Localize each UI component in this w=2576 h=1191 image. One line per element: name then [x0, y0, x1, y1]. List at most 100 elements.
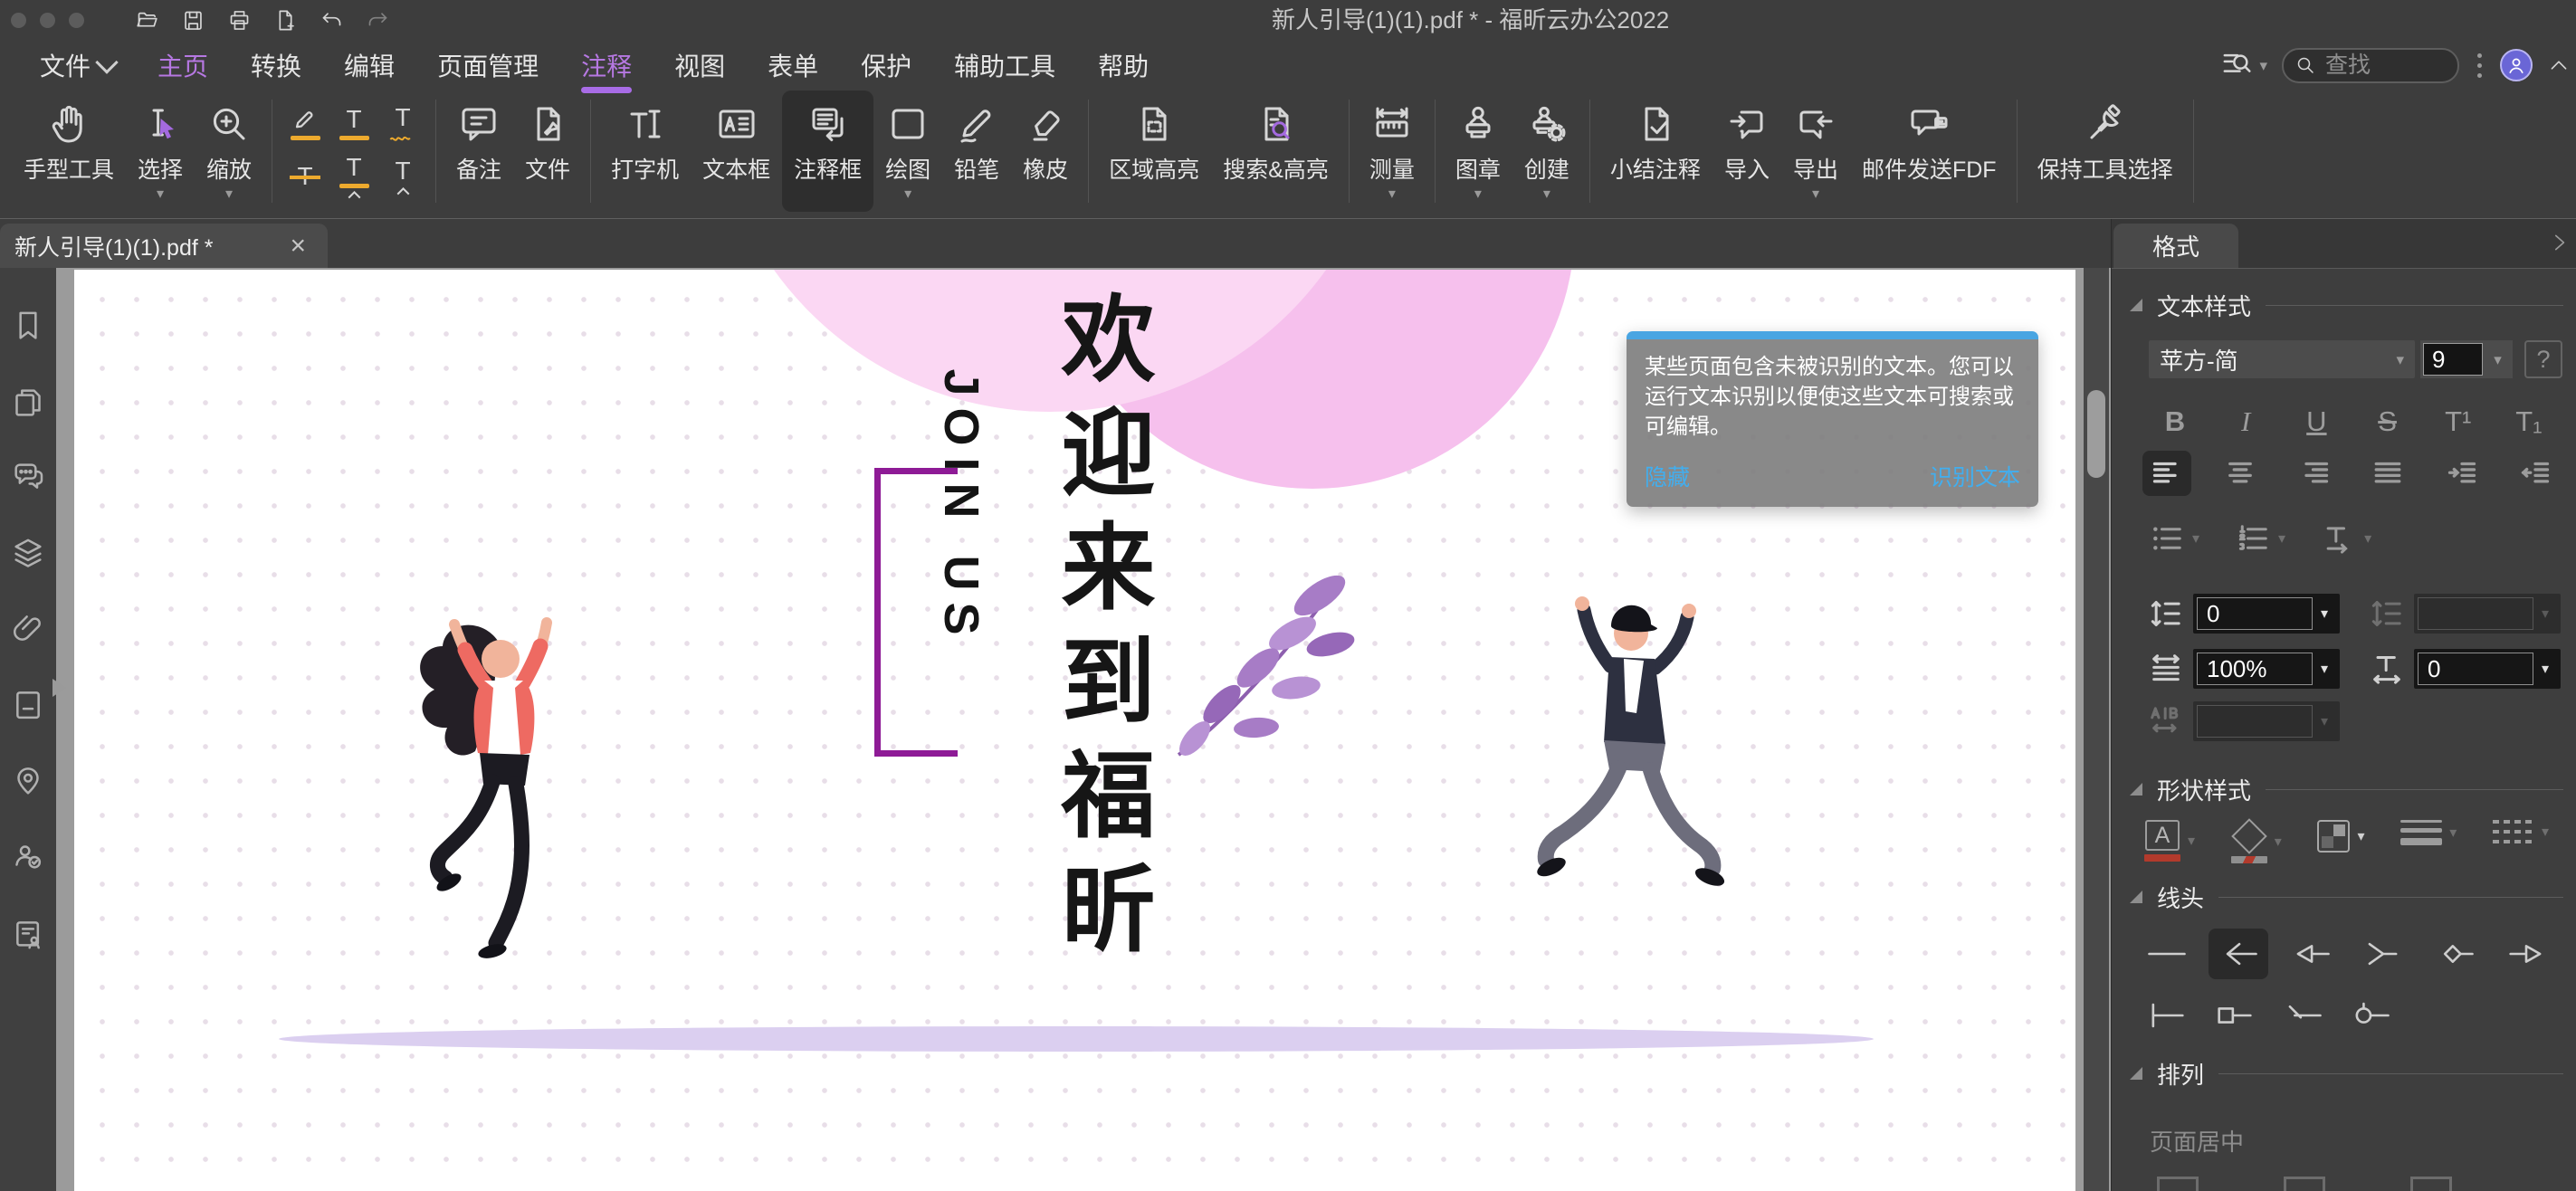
attachments-panel-icon[interactable]	[10, 610, 46, 646]
menu-protect[interactable]: 保护	[861, 47, 911, 83]
line-end-none-button[interactable]	[2137, 929, 2197, 979]
eraser-button[interactable]: 橡皮	[1011, 91, 1080, 185]
new-document-icon[interactable]	[273, 8, 298, 33]
strikeout-text-button[interactable]: T	[297, 163, 312, 190]
line-weight-button[interactable]: ▾	[2400, 820, 2457, 845]
menu-view[interactable]: 视图	[674, 47, 725, 83]
select-tool-button[interactable]: 选择 ▾	[126, 91, 195, 204]
keep-tool-selected-button[interactable]: 保持工具选择	[2026, 91, 2185, 185]
fill-color-button[interactable]: ▾	[2231, 820, 2282, 863]
increase-indent-button[interactable]	[2438, 451, 2486, 496]
zoom-tool-button[interactable]: 缩放 ▾	[195, 91, 263, 204]
line-end-square-button[interactable]	[2205, 990, 2265, 1041]
summarize-comments-button[interactable]: 小结注释	[1598, 91, 1713, 185]
character-spacing-combo[interactable]: 0 ▾	[2414, 649, 2561, 689]
attach-file-button[interactable]: 文件	[513, 91, 582, 185]
scrollbar-thumb[interactable]	[2087, 390, 2105, 478]
recognize-text-link[interactable]: 识别文本	[1930, 460, 2020, 492]
menu-home[interactable]: 主页	[157, 47, 208, 83]
layers-panel-icon[interactable]	[10, 535, 46, 571]
expand-sidebar-arrow[interactable]	[52, 679, 66, 697]
strikethrough-button[interactable]: S	[2361, 405, 2415, 438]
measure-button[interactable]: 测量 ▾	[1358, 91, 1426, 204]
open-file-icon[interactable]	[135, 8, 159, 33]
print-icon[interactable]	[227, 8, 252, 33]
menu-help[interactable]: 帮助	[1098, 47, 1149, 83]
shape-style-section-header[interactable]: 形状样式	[2130, 774, 2563, 805]
signatures-panel-icon[interactable]	[10, 840, 46, 876]
line-end-reverse-arrow-button[interactable]	[2352, 929, 2412, 979]
replace-text-button[interactable]: T	[339, 154, 369, 199]
user-avatar[interactable]	[2500, 49, 2533, 81]
tab-format[interactable]: 格式	[2113, 224, 2238, 268]
horizontal-scale-combo[interactable]: 100% ▾	[2193, 649, 2340, 689]
distribute-icon[interactable]	[2410, 1177, 2452, 1191]
underline-button[interactable]: U	[2289, 405, 2343, 438]
note-comment-button[interactable]: 备注	[444, 91, 513, 185]
text-direction-button[interactable]: ▾	[2322, 521, 2371, 556]
opacity-button[interactable]: ▾	[2317, 820, 2364, 853]
menu-form[interactable]: 表单	[768, 47, 818, 83]
advanced-search-button[interactable]: ▾	[2219, 47, 2267, 83]
bullet-list-button[interactable]: ▾	[2150, 521, 2199, 556]
menu-accessibility[interactable]: 辅助工具	[954, 47, 1055, 83]
email-fdf-button[interactable]: 邮件发送FDF	[1850, 91, 2008, 185]
align-right-button[interactable]	[2290, 451, 2339, 496]
highlight-text-button[interactable]	[290, 106, 320, 140]
font-family-select[interactable]: 苹方-简 ▾	[2149, 340, 2415, 378]
page-thumbnails-icon[interactable]	[10, 385, 46, 421]
squiggly-underline-button[interactable]: T	[387, 104, 418, 142]
search-and-highlight-button[interactable]: 搜索&高亮	[1211, 91, 1340, 185]
line-end-closed-arrow-button[interactable]	[2281, 929, 2341, 979]
font-color-button[interactable]: A ▾	[2144, 820, 2195, 862]
menu-file[interactable]: 文件	[40, 47, 115, 83]
center-horizontal-icon[interactable]	[2284, 1177, 2325, 1191]
collapse-ribbon-button[interactable]	[2547, 53, 2571, 77]
more-options-icon[interactable]	[2474, 53, 2485, 78]
export-comments-button[interactable]: 导出 ▾	[1781, 91, 1850, 204]
close-tab-icon[interactable]: ×	[290, 233, 306, 260]
insert-text-button[interactable]: T	[395, 157, 410, 195]
drawing-button[interactable]: 绘图 ▾	[873, 91, 942, 204]
line-ends-section-header[interactable]: 线头	[2130, 881, 2563, 912]
minimize-window-icon[interactable]	[40, 13, 55, 28]
certificates-panel-icon[interactable]	[10, 917, 46, 953]
align-top-icon[interactable]	[2157, 1177, 2199, 1191]
callout-button[interactable]: 注释框	[782, 91, 873, 212]
text-style-section-header[interactable]: 文本样式	[2130, 290, 2563, 320]
align-center-button[interactable]	[2216, 451, 2265, 496]
align-left-button[interactable]	[2142, 451, 2191, 496]
find-input[interactable]	[2323, 52, 2447, 80]
bold-button[interactable]: B	[2148, 405, 2202, 438]
close-window-icon[interactable]	[11, 13, 26, 28]
comments-panel-icon[interactable]	[10, 459, 46, 495]
line-end-slash-button[interactable]	[2273, 990, 2333, 1041]
pencil-button[interactable]: 铅笔	[942, 91, 1011, 185]
find-box[interactable]	[2282, 48, 2459, 83]
menu-comment[interactable]: 注释	[581, 47, 632, 83]
destinations-panel-icon[interactable]	[10, 763, 46, 799]
hide-notification-link[interactable]: 隐藏	[1645, 460, 1690, 492]
hand-tool-button[interactable]: 手型工具	[12, 91, 126, 185]
font-help-button[interactable]: ?	[2524, 340, 2562, 378]
undo-icon[interactable]	[320, 8, 344, 33]
document-tab[interactable]: 新人引导(1)(1).pdf * ×	[0, 224, 328, 268]
menu-page-manage[interactable]: 页面管理	[437, 47, 539, 83]
fields-panel-icon[interactable]	[10, 687, 46, 723]
menu-edit[interactable]: 编辑	[344, 47, 395, 83]
maximize-window-icon[interactable]	[69, 13, 84, 28]
textbox-button[interactable]: 文本框	[691, 91, 782, 185]
justify-button[interactable]	[2363, 451, 2412, 496]
font-size-combo[interactable]: 9 ▾	[2420, 340, 2513, 378]
superscript-button[interactable]: T¹	[2431, 405, 2485, 438]
area-highlight-button[interactable]: 区域高亮	[1097, 91, 1211, 185]
line-spacing-combo[interactable]: 0 ▾	[2193, 594, 2340, 634]
stamp-button[interactable]: 图章 ▾	[1444, 91, 1512, 204]
line-end-closed-triangle-button[interactable]	[2496, 929, 2556, 979]
import-comments-button[interactable]: 导入	[1713, 91, 1781, 185]
arrange-section-header[interactable]: 排列	[2130, 1058, 2563, 1089]
redo-icon[interactable]	[366, 8, 390, 33]
line-end-diamond-button[interactable]	[2425, 929, 2485, 979]
italic-button[interactable]: I	[2218, 405, 2273, 438]
vertical-scrollbar[interactable]	[2084, 268, 2109, 1191]
